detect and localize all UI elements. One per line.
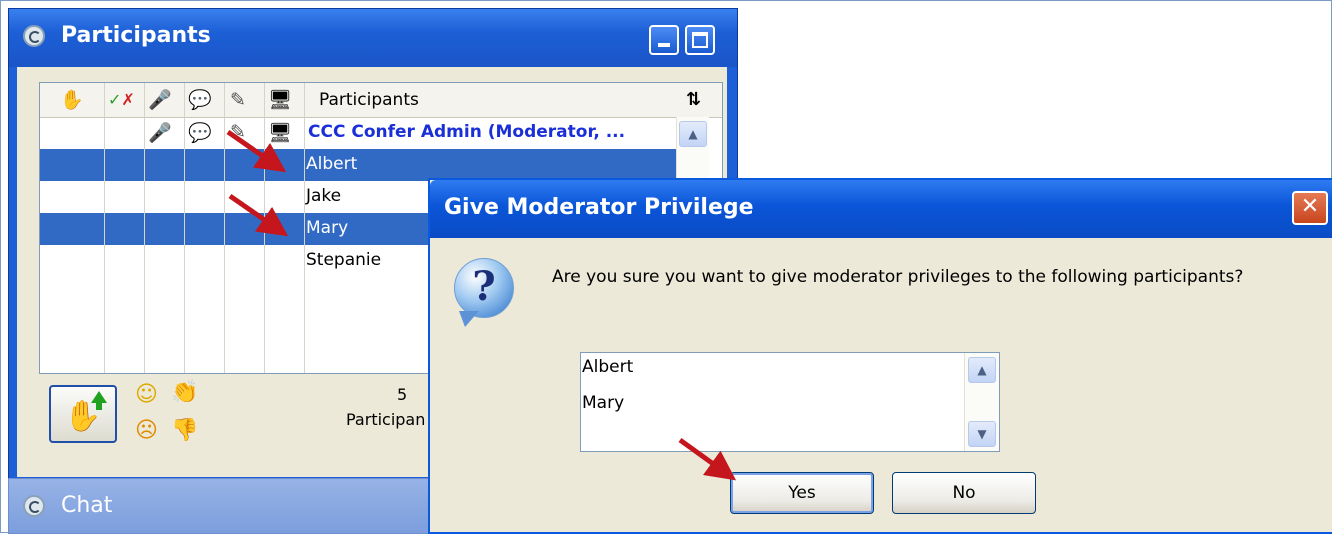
thumbs-down-icon[interactable]: 👎 — [171, 419, 198, 443]
selected-participants-list[interactable]: Albert Mary ▲ ▼ — [580, 352, 1000, 452]
table-row[interactable]: Albert — [40, 149, 676, 181]
participant-name: Stepanie — [306, 250, 382, 270]
microphone-icon[interactable]: 🎤 — [148, 89, 172, 111]
table-row[interactable]: 🎤 💬 ✎ 🖥 CCC Confer Admin (Moderator, ... — [40, 117, 676, 149]
participant-name: Jake — [306, 186, 342, 206]
dialog-message: Are you sure you want to give moderator … — [552, 267, 1244, 287]
scroll-up-icon[interactable]: ▲ — [679, 121, 707, 147]
frown-icon[interactable]: ☹ — [135, 419, 158, 443]
participant-name: Albert — [306, 154, 358, 174]
participant-name: Mary — [306, 218, 349, 238]
column-divider — [104, 83, 105, 373]
participants-titlebar[interactable]: Participants — [9, 9, 737, 67]
sort-icon[interactable]: ⇅ — [686, 89, 701, 110]
column-divider — [144, 83, 145, 373]
participant-count-label: Participan — [346, 410, 426, 429]
column-divider — [264, 83, 265, 373]
pencil-icon[interactable]: ✎ — [230, 89, 246, 111]
participants-title: Participants — [61, 23, 211, 48]
scroll-up-icon[interactable]: ▲ — [968, 357, 996, 383]
column-divider — [184, 83, 185, 373]
microphone-icon: 🎤 — [148, 122, 172, 144]
pencil-icon: ✎ — [230, 121, 246, 143]
raise-hand-button[interactable]: ✋ — [49, 385, 117, 443]
list-item: Mary — [582, 393, 625, 413]
list-item: Albert — [582, 357, 634, 377]
dialog-titlebar[interactable]: Give Moderator Privilege ✕ — [430, 180, 1332, 238]
speech-bubble-icon: 💬 — [188, 122, 212, 144]
dialog-title: Give Moderator Privilege — [444, 195, 754, 220]
monitor-icon: 🖥 — [268, 122, 293, 144]
chat-title: Chat — [61, 493, 113, 518]
table-header: ✋ ✓✗ 🎤 💬 ✎ 🖥 Participants ⇅ — [40, 83, 722, 118]
column-divider — [224, 83, 225, 373]
clap-icon[interactable]: 👏 — [171, 381, 198, 405]
app-icon — [23, 495, 45, 517]
column-divider — [304, 83, 305, 373]
question-icon: ? — [454, 258, 514, 327]
close-button[interactable]: ✕ — [1292, 191, 1328, 225]
participant-name: CCC Confer Admin (Moderator, ... — [308, 122, 626, 142]
participant-count: 5 — [397, 385, 408, 404]
maximize-button[interactable] — [685, 25, 715, 55]
speech-bubble-icon[interactable]: 💬 — [188, 89, 212, 111]
give-moderator-dialog: Give Moderator Privilege ✕ ? Are you sur… — [428, 178, 1332, 534]
smile-icon[interactable]: ☺ — [135, 383, 158, 407]
yes-button[interactable]: Yes — [730, 472, 874, 514]
list-scrollbar[interactable]: ▲ ▼ — [964, 353, 999, 451]
scroll-down-icon[interactable]: ▼ — [968, 421, 996, 447]
no-button[interactable]: No — [892, 472, 1036, 514]
check-x-icon[interactable]: ✓✗ — [108, 89, 135, 111]
minimize-button[interactable] — [649, 25, 679, 55]
monitor-icon[interactable]: 🖥 — [268, 89, 292, 111]
hand-icon[interactable]: ✋ — [60, 89, 84, 111]
participants-column-header[interactable]: Participants — [319, 90, 419, 110]
app-icon — [23, 25, 45, 47]
